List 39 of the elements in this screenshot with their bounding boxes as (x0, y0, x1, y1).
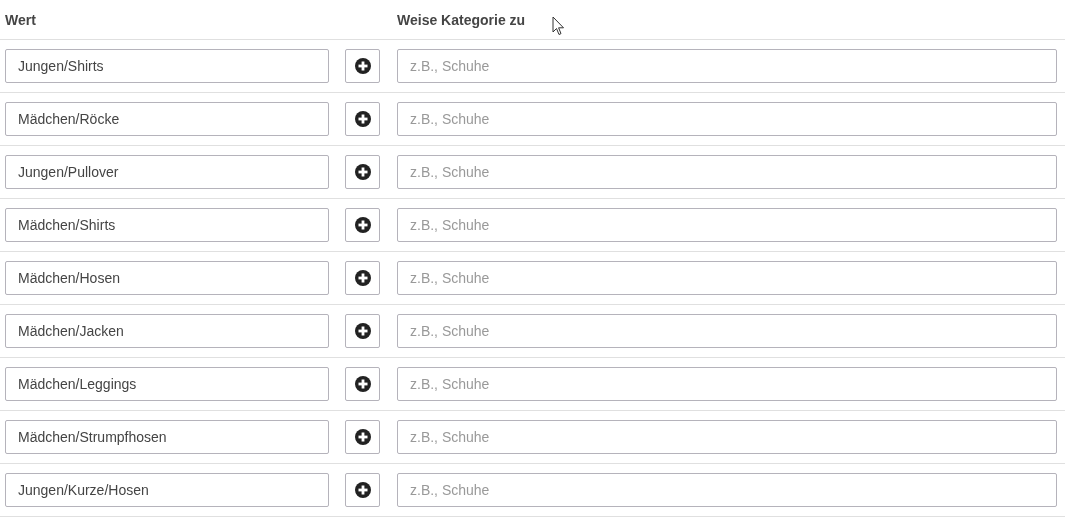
add-button[interactable] (345, 155, 380, 189)
value-field[interactable]: Jungen/Shirts (5, 49, 329, 83)
add-button[interactable] (345, 314, 380, 348)
category-field[interactable]: z.B., Schuhe (397, 102, 1057, 136)
add-button[interactable] (345, 102, 380, 136)
category-field[interactable]: z.B., Schuhe (397, 155, 1057, 189)
plus-icon (354, 111, 371, 127)
value-field[interactable]: Jungen/Kurze/Hosen (5, 473, 329, 507)
add-button[interactable] (345, 367, 380, 401)
plus-icon (354, 58, 371, 74)
category-field[interactable]: z.B., Schuhe (397, 420, 1057, 454)
value-field[interactable]: Mädchen/Strumpfhosen (5, 420, 329, 454)
plus-icon (354, 429, 371, 445)
add-button[interactable] (345, 261, 380, 295)
plus-icon (354, 482, 371, 498)
add-button[interactable] (345, 49, 380, 83)
value-field[interactable]: Mädchen/Hosen (5, 261, 329, 295)
category-field[interactable]: z.B., Schuhe (397, 367, 1057, 401)
value-field[interactable]: Jungen/Pullover (5, 155, 329, 189)
column-header: Weise Kategorie zu (397, 11, 526, 28)
category-field[interactable]: z.B., Schuhe (397, 473, 1057, 507)
category-field[interactable]: z.B., Schuhe (397, 49, 1057, 83)
category-field[interactable]: z.B., Schuhe (397, 261, 1057, 295)
plus-icon (354, 270, 371, 286)
value-field[interactable]: Mädchen/Shirts (5, 208, 329, 242)
value-field[interactable]: Mädchen/Leggings (5, 367, 329, 401)
column-header: Wert (5, 11, 36, 28)
add-button[interactable] (345, 420, 380, 454)
plus-icon (354, 164, 371, 180)
category-field[interactable]: z.B., Schuhe (397, 314, 1057, 348)
category-field[interactable]: z.B., Schuhe (397, 208, 1057, 242)
value-field[interactable]: Mädchen/Jacken (5, 314, 329, 348)
plus-icon (354, 376, 371, 392)
add-button[interactable] (345, 473, 380, 507)
value-field[interactable]: Mädchen/Röcke (5, 102, 329, 136)
plus-icon (354, 323, 371, 339)
add-button[interactable] (345, 208, 380, 242)
mouse-pointer-icon (552, 16, 565, 36)
plus-icon (354, 217, 371, 233)
